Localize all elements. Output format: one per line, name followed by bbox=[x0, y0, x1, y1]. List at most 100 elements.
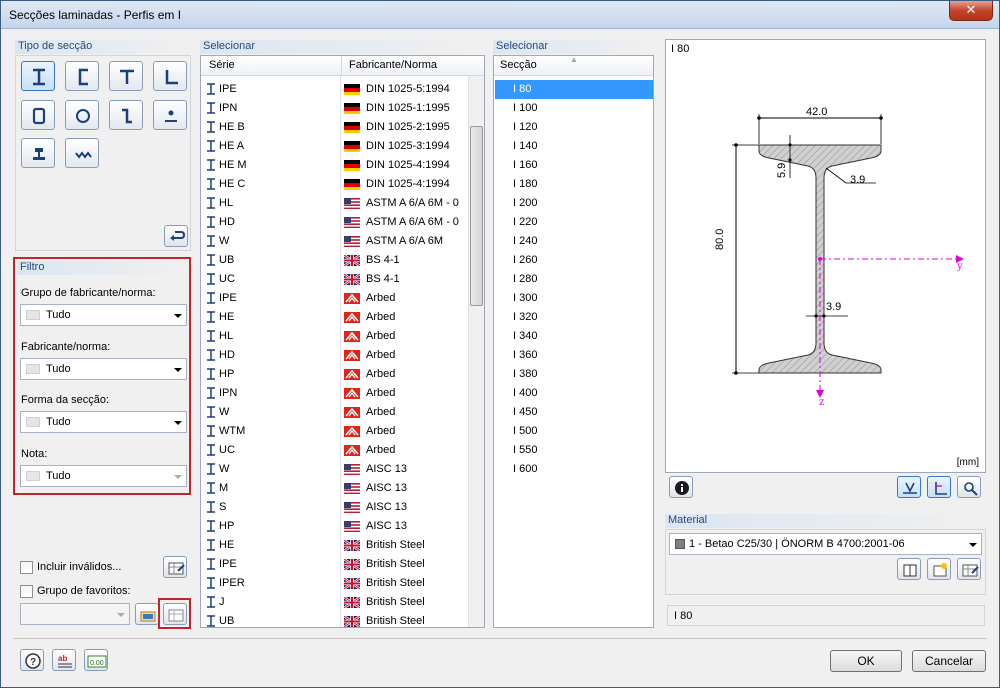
invalid-details-button[interactable] bbox=[163, 556, 187, 578]
rail-section-button[interactable] bbox=[21, 138, 55, 168]
table-row[interactable]: W ASTM A 6/A 6M bbox=[201, 232, 467, 251]
manufacturer-cell: Arbed bbox=[366, 368, 396, 380]
text-format-icon: ab bbox=[58, 654, 72, 668]
include-invalid-checkbox[interactable] bbox=[20, 561, 33, 574]
section-shape-select[interactable]: Tudo bbox=[20, 411, 187, 433]
table-row[interactable]: IPN DIN 1025-1:1995 bbox=[201, 99, 467, 118]
list-item[interactable]: I 280 bbox=[495, 270, 653, 289]
list-item[interactable]: I 450 bbox=[495, 403, 653, 422]
new-favorite-button[interactable] bbox=[135, 603, 159, 625]
table-row[interactable]: UB BS 4-1 bbox=[201, 251, 467, 270]
list-item[interactable]: I 360 bbox=[495, 346, 653, 365]
reset-type-button[interactable] bbox=[164, 225, 188, 247]
list-item[interactable]: I 500 bbox=[495, 422, 653, 441]
table-row[interactable]: HE M DIN 1025-4:1994 bbox=[201, 156, 467, 175]
table-row[interactable]: WTM Arbed bbox=[201, 422, 467, 441]
help-button[interactable]: ? bbox=[20, 649, 44, 671]
rect-hollow-button[interactable] bbox=[21, 100, 55, 130]
ok-button[interactable]: OK bbox=[830, 650, 902, 672]
cancel-button[interactable]: Cancelar bbox=[912, 650, 986, 672]
table-row[interactable]: HL ASTM A 6/A 6M - 0 bbox=[201, 194, 467, 213]
z-section-button[interactable] bbox=[109, 100, 143, 130]
manufacturer-cell: BS 4-1 bbox=[366, 273, 400, 285]
material-select[interactable]: 1 - Betao C25/30 | ÖNORM B 4700:2001-06 bbox=[669, 533, 982, 555]
list-item[interactable]: I 260 bbox=[495, 251, 653, 270]
reset-view-button[interactable] bbox=[957, 476, 981, 498]
list-item[interactable]: I 550 bbox=[495, 441, 653, 460]
table-row[interactable]: HE C DIN 1025-4:1994 bbox=[201, 175, 467, 194]
list-item[interactable]: I 180 bbox=[495, 175, 653, 194]
list-item[interactable]: I 240 bbox=[495, 232, 653, 251]
channel-section-button[interactable] bbox=[65, 61, 99, 91]
series-scrollbar[interactable] bbox=[468, 76, 484, 627]
table-row[interactable]: HD ASTM A 6/A 6M - 0 bbox=[201, 213, 467, 232]
circle-hollow-button[interactable] bbox=[65, 100, 99, 130]
table-row[interactable]: UB British Steel bbox=[201, 612, 467, 627]
list-item[interactable]: I 380 bbox=[495, 365, 653, 384]
list-item[interactable]: I 320 bbox=[495, 308, 653, 327]
new-icon bbox=[933, 563, 947, 577]
flag-us-icon bbox=[344, 502, 360, 514]
list-item[interactable]: I 200 bbox=[495, 194, 653, 213]
edit-material-button[interactable] bbox=[957, 558, 981, 580]
table-row[interactable]: IPE British Steel bbox=[201, 555, 467, 574]
table-row[interactable]: UC Arbed bbox=[201, 441, 467, 460]
table-row[interactable]: M AISC 13 bbox=[201, 479, 467, 498]
manufacturer-select[interactable]: Tudo bbox=[20, 358, 187, 380]
list-item[interactable]: I 140 bbox=[495, 137, 653, 156]
spell-check-button[interactable]: ab bbox=[52, 649, 76, 671]
table-row[interactable]: HE Arbed bbox=[201, 308, 467, 327]
list-item[interactable]: I 120 bbox=[495, 118, 653, 137]
table-row[interactable]: W Arbed bbox=[201, 403, 467, 422]
t-section-button[interactable] bbox=[109, 61, 143, 91]
list-item[interactable]: I 220 bbox=[495, 213, 653, 232]
list-item[interactable]: I 100 bbox=[495, 99, 653, 118]
table-row[interactable]: HE British Steel bbox=[201, 536, 467, 555]
favorites-group-select[interactable] bbox=[20, 603, 130, 625]
round-bar-button[interactable] bbox=[153, 100, 187, 130]
new-material-button[interactable] bbox=[927, 558, 951, 580]
table-row[interactable]: IPE DIN 1025-5:1994 bbox=[201, 80, 467, 99]
table-row[interactable]: IPN Arbed bbox=[201, 384, 467, 403]
table-row[interactable]: W AISC 13 bbox=[201, 460, 467, 479]
list-item[interactable]: I 80 bbox=[495, 80, 653, 99]
table-row[interactable]: HD Arbed bbox=[201, 346, 467, 365]
table-row[interactable]: IPE Arbed bbox=[201, 289, 467, 308]
show-dimensions-button[interactable] bbox=[897, 476, 921, 498]
material-library-button[interactable] bbox=[897, 558, 921, 580]
corrugated-section-button[interactable] bbox=[65, 138, 99, 168]
manufacturer-cell: DIN 1025-1:1995 bbox=[366, 102, 450, 114]
table-row[interactable]: J British Steel bbox=[201, 593, 467, 612]
edit-favorite-button[interactable] bbox=[163, 603, 187, 625]
list-item[interactable]: I 300 bbox=[495, 289, 653, 308]
flag-de-icon bbox=[344, 141, 360, 152]
list-item[interactable]: I 340 bbox=[495, 327, 653, 346]
color-swatch bbox=[26, 364, 40, 374]
table-row[interactable]: HE A DIN 1025-3:1994 bbox=[201, 137, 467, 156]
table-row[interactable]: HP Arbed bbox=[201, 365, 467, 384]
note-select[interactable]: Tudo bbox=[20, 465, 187, 487]
list-item[interactable]: I 160 bbox=[495, 156, 653, 175]
select-value: Tudo bbox=[46, 470, 71, 482]
table-row[interactable]: HE B DIN 1025-2:1995 bbox=[201, 118, 467, 137]
section-select-header: Selecionar bbox=[493, 40, 654, 54]
list-item[interactable]: I 400 bbox=[495, 384, 653, 403]
decimal-places-button[interactable]: 0.00 bbox=[84, 649, 108, 671]
dialog-window: Secções laminadas - Perfis em I ✕ Tipo d… bbox=[0, 0, 1000, 688]
i-section-button[interactable] bbox=[21, 61, 55, 91]
favorites-group-checkbox[interactable] bbox=[20, 585, 33, 598]
table-row[interactable]: S AISC 13 bbox=[201, 498, 467, 517]
manufacturer-cell: British Steel bbox=[366, 558, 425, 570]
info-button[interactable] bbox=[669, 476, 693, 498]
table-row[interactable]: HP AISC 13 bbox=[201, 517, 467, 536]
table-row[interactable]: UC BS 4-1 bbox=[201, 270, 467, 289]
angle-section-button[interactable] bbox=[153, 61, 187, 91]
manufacturer-group-select[interactable]: Tudo bbox=[20, 304, 187, 326]
manufacturer-cell: AISC 13 bbox=[366, 463, 407, 475]
close-button[interactable]: ✕ bbox=[949, 1, 993, 21]
list-item[interactable]: I 600 bbox=[495, 460, 653, 479]
show-axes-button[interactable] bbox=[927, 476, 951, 498]
table-row[interactable]: HL Arbed bbox=[201, 327, 467, 346]
scroll-thumb[interactable] bbox=[470, 126, 483, 306]
table-row[interactable]: IPER British Steel bbox=[201, 574, 467, 593]
